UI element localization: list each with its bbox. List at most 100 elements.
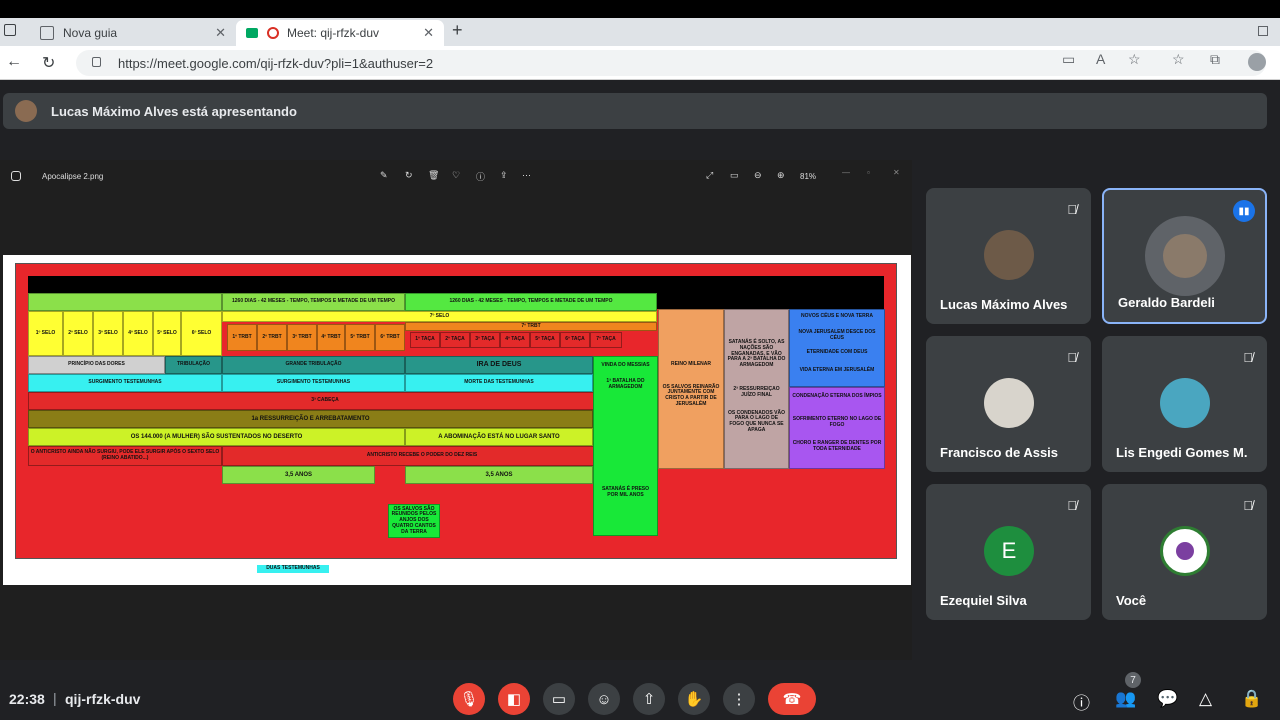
meet-icon: [246, 28, 258, 38]
back-icon[interactable]: ←: [6, 53, 22, 71]
speaking-icon: ▮▮: [1233, 200, 1255, 222]
os-top-strip: [0, 0, 1280, 18]
chart-selo-3: 3º SELO: [93, 311, 123, 356]
chart-top-right: 1260 DIAS - 42 MESES - TEMPO, TEMPOS E M…: [405, 293, 657, 311]
close-icon[interactable]: ✕: [215, 25, 226, 41]
zoom-out-icon[interactable]: ⊖: [754, 170, 762, 181]
mic-off-icon: 🎙̸: [1067, 498, 1077, 513]
chart-eternidade: ETERNIDADE COM DEUS: [792, 348, 882, 358]
emoji-button[interactable]: ☺: [588, 683, 620, 715]
tab-meet[interactable]: Meet: qij-rfzk-duv ✕: [236, 20, 444, 46]
tab-label: Nova guia: [63, 26, 118, 40]
participant-tile[interactable]: 🎙̸ Lucas Máximo Alves: [926, 188, 1091, 324]
meeting-code: qij-rfzk-duv: [65, 691, 141, 707]
chart-box-green-left: [28, 293, 222, 311]
participant-name: Lis Engedi Gomes M.: [1116, 445, 1248, 460]
participant-count-badge: 7: [1125, 672, 1141, 688]
photo-app-icon: [11, 171, 21, 181]
mic-off-icon: 🎙̸: [1067, 202, 1077, 217]
page-icon: [40, 26, 54, 40]
new-tab-button[interactable]: +: [452, 20, 463, 41]
fullscreen-icon[interactable]: ⤢: [706, 170, 713, 181]
rotate-icon[interactable]: ↻: [405, 170, 413, 181]
participant-tile[interactable]: 🎙̸ Francisco de Assis: [926, 336, 1091, 472]
chart-taca-1: 1º TAÇA: [410, 332, 440, 348]
participant-tile[interactable]: E 🎙̸ Ezequiel Silva: [926, 484, 1091, 620]
zoom-in-icon[interactable]: ⊕: [777, 170, 785, 181]
mic-off-icon: 🎙̸: [1243, 498, 1253, 513]
clock: 22:38: [9, 691, 45, 707]
profile-avatar[interactable]: [1248, 53, 1266, 71]
captions-button[interactable]: ▭: [543, 683, 575, 715]
fit-icon[interactable]: ▭: [730, 170, 739, 181]
file-name: Apocalipse 2.png: [42, 172, 104, 181]
recording-icon: [267, 27, 279, 39]
host-controls-icon[interactable]: 🔒: [1241, 689, 1262, 709]
avatar: [984, 230, 1034, 280]
edit-icon[interactable]: ✎: [380, 170, 388, 181]
chart-cabeca: 3ª CABEÇA: [28, 392, 622, 410]
chart-satanas-preso: SATANÁS É PRESO POR MIL ANOS: [596, 484, 655, 502]
participant-tile[interactable]: ▮▮ Geraldo Bardeli: [1102, 188, 1267, 324]
read-aloud-icon[interactable]: A: [1096, 51, 1105, 67]
leave-call-button[interactable]: ☎: [768, 683, 816, 715]
camera-icon[interactable]: ▭: [1062, 51, 1075, 68]
chart-144: OS 144.000 (A MULHER) SÃO SUSTENTADOS NO…: [28, 428, 405, 446]
chart-duas-testemunhas: DUAS TESTEMUNHAS: [257, 565, 329, 573]
chart-trbt-2: 2º TRBT: [257, 324, 287, 351]
window-restore-icon[interactable]: [1258, 26, 1268, 36]
chart-selo-6: 6º SELO: [181, 311, 222, 356]
presentation-area: Apocalipse 2.png ✎ ↻ 🗑 ♡ ⓘ ⇪ ⋯ ⤢ ▭ ⊖ ⊕ 8…: [0, 160, 912, 660]
more-options-button[interactable]: ⋮: [723, 683, 755, 715]
participant-tile[interactable]: 🎙̸ Lis Engedi Gomes M.: [1102, 336, 1267, 472]
delete-icon[interactable]: 🗑: [428, 170, 439, 181]
favorite-icon[interactable]: ☆: [1128, 51, 1141, 68]
chart-vida: VIDA ETERNA EM JERUSALÉM: [792, 364, 882, 378]
maximize-icon[interactable]: ▫: [867, 168, 870, 177]
chart-choro: CHORO E RANGER DE DENTES POR TODA ETERNI…: [792, 440, 882, 454]
favorite-icon[interactable]: ♡: [452, 170, 460, 181]
mic-off-button[interactable]: 🎙: [453, 683, 485, 715]
browser-tab-bar: Nova guia ✕ Meet: qij-rfzk-duv ✕ +: [0, 18, 1280, 46]
tab-nova-guia[interactable]: Nova guia ✕: [30, 20, 236, 46]
close-icon[interactable]: ✕: [423, 25, 434, 41]
tab-actions-icon[interactable]: [4, 24, 16, 36]
raise-hand-button[interactable]: ✋: [678, 683, 710, 715]
chart-reino-sub: OS SALVOS REINARÃO JUNTAMENTE COM CRISTO…: [661, 382, 721, 410]
participant-name: Você: [1116, 593, 1147, 608]
chart-salvos: OS SALVOS SÃO REUNIDOS PELOS ANJOS DOS Q…: [388, 504, 440, 538]
mic-off-icon: 🎙̸: [1243, 350, 1253, 365]
chart-taca-6: 6º TAÇA: [560, 332, 590, 348]
participant-name: Lucas Máximo Alves: [940, 297, 1068, 312]
more-icon[interactable]: ⋯: [522, 170, 531, 181]
people-icon[interactable]: 👥: [1115, 689, 1136, 709]
info-icon[interactable]: ⓘ: [476, 170, 485, 183]
minimize-icon[interactable]: —: [842, 168, 850, 177]
reload-icon[interactable]: ↻: [42, 53, 55, 73]
chart-taca-2: 2º TAÇA: [440, 332, 470, 348]
omnibox[interactable]: https://meet.google.com/qij-rfzk-duv?pli…: [76, 50, 1266, 76]
info-icon[interactable]: ⓘ: [1073, 689, 1090, 714]
chart-ressur1: 1a RESSURREIÇÃO E ARREBATAMENTO: [28, 410, 593, 428]
chart-abominacao: A ABOMINAÇÃO ESTÁ NO LUGAR SANTO: [405, 428, 593, 446]
favorites-list-icon[interactable]: ☆: [1172, 51, 1185, 68]
url-text: https://meet.google.com/qij-rfzk-duv?pli…: [118, 55, 434, 71]
activities-icon[interactable]: △: [1199, 689, 1212, 709]
chat-icon[interactable]: 💬: [1157, 689, 1178, 709]
chart-anticristo: O ANTICRISTO AINDA NÃO SURGIU, PODE ELE …: [28, 446, 222, 466]
chart-ira: IRA DE DEUS: [405, 356, 593, 374]
camera-off-button[interactable]: ◧: [498, 683, 530, 715]
image-viewer-toolbar: Apocalipse 2.png ✎ ↻ 🗑 ♡ ⓘ ⇪ ⋯ ⤢ ▭ ⊖ ⊕ 8…: [0, 160, 912, 192]
chart-surgimento-label: SURGIMENTO TESTEMUNHAS: [222, 374, 405, 392]
chart-selo-1: 1º SELO: [28, 311, 63, 356]
collections-icon[interactable]: ⧉: [1210, 51, 1220, 68]
chart-surgimento: SURGIMENTO TESTEMUNHAS: [28, 374, 222, 392]
share-icon[interactable]: ⇪: [500, 170, 508, 181]
chart-trbt-5: 5º TRBT: [345, 324, 375, 351]
avatar: [984, 378, 1034, 428]
present-button[interactable]: ⇧: [633, 683, 665, 715]
chart-selo7: 7º SELO: [222, 311, 657, 322]
close-icon[interactable]: ✕: [893, 168, 900, 177]
presenting-banner: Lucas Máximo Alves está apresentando: [3, 93, 1267, 129]
participant-tile[interactable]: 🎙̸ Você: [1102, 484, 1267, 620]
